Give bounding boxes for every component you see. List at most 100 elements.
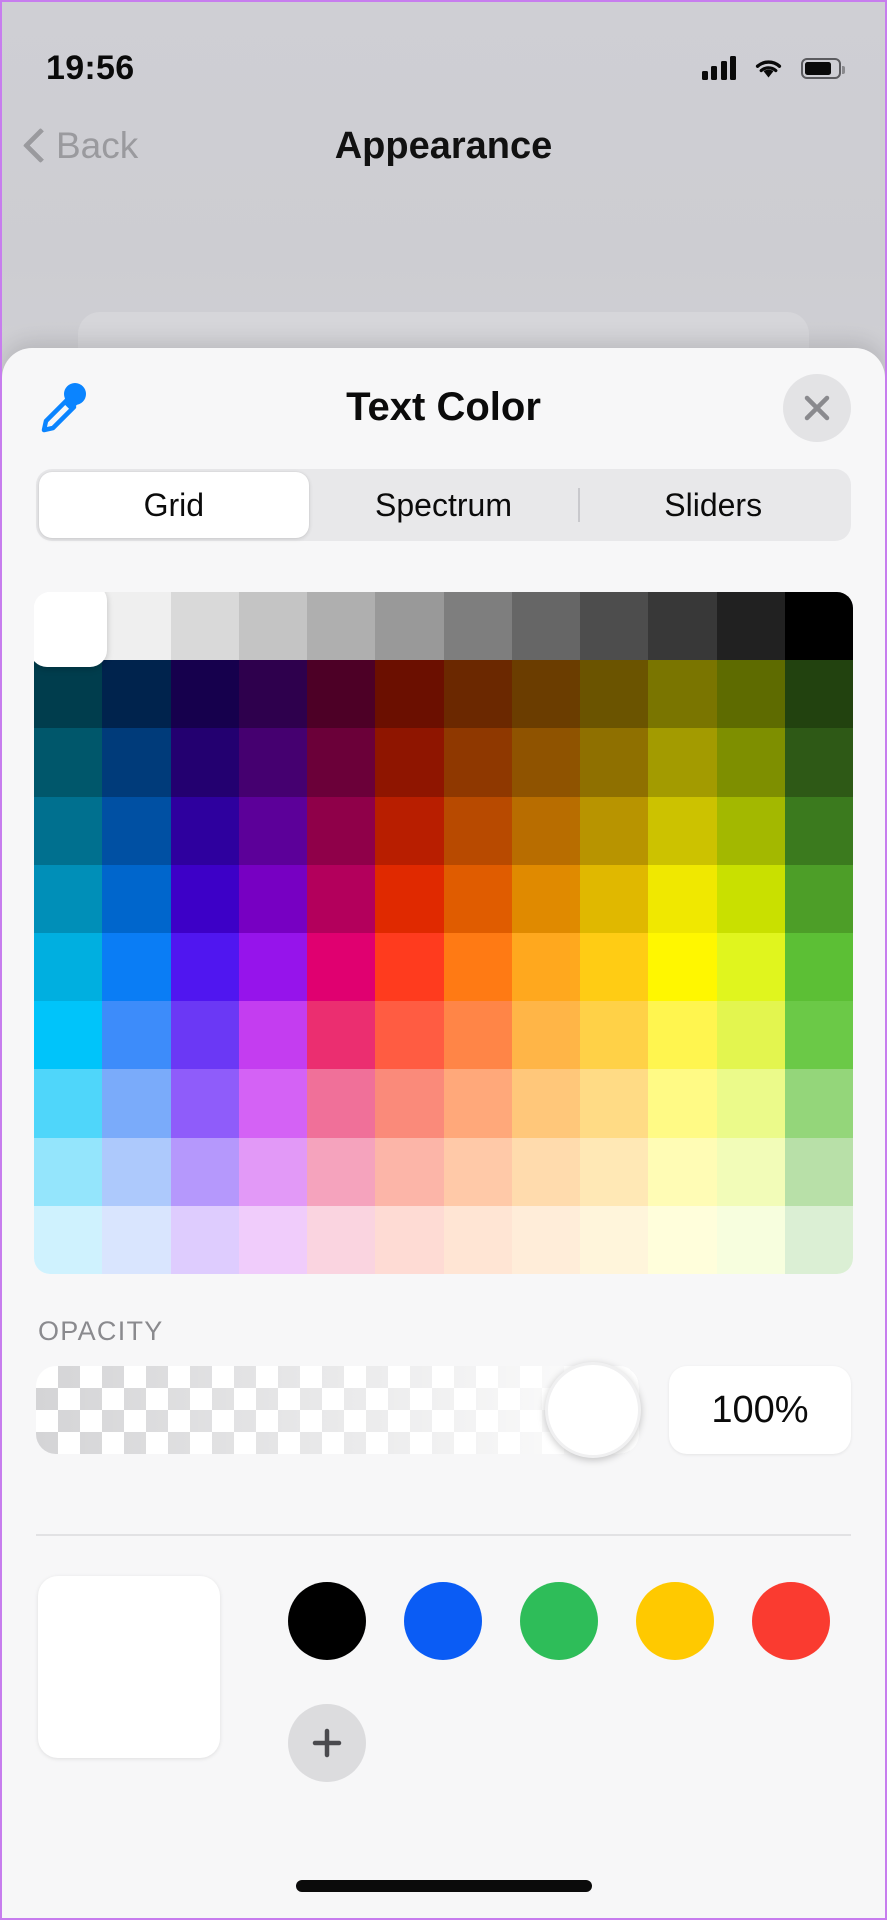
- color-cell[interactable]: [239, 797, 307, 865]
- swatch-black[interactable]: [288, 1582, 366, 1660]
- color-cell[interactable]: [239, 1001, 307, 1069]
- color-cell[interactable]: [648, 660, 716, 728]
- color-cell[interactable]: [717, 1069, 785, 1137]
- color-cell[interactable]: [375, 865, 443, 933]
- color-cell[interactable]: [648, 1001, 716, 1069]
- color-cell[interactable]: [512, 660, 580, 728]
- color-cell[interactable]: [307, 933, 375, 1001]
- color-cell[interactable]: [717, 1138, 785, 1206]
- color-cell[interactable]: [239, 933, 307, 1001]
- color-cell[interactable]: [648, 728, 716, 796]
- color-cell[interactable]: [648, 797, 716, 865]
- color-cell[interactable]: [239, 660, 307, 728]
- color-cell[interactable]: [239, 1206, 307, 1274]
- color-cell[interactable]: [307, 797, 375, 865]
- color-cell[interactable]: [239, 1069, 307, 1137]
- color-cell[interactable]: [648, 592, 716, 660]
- color-cell[interactable]: [239, 592, 307, 660]
- color-cell[interactable]: [785, 660, 853, 728]
- opacity-slider-thumb[interactable]: [545, 1362, 641, 1458]
- color-cell[interactable]: [717, 660, 785, 728]
- color-cell[interactable]: [512, 1138, 580, 1206]
- color-cell[interactable]: [580, 797, 648, 865]
- back-button[interactable]: Back: [24, 125, 138, 167]
- color-cell[interactable]: [717, 592, 785, 660]
- color-cell[interactable]: [512, 933, 580, 1001]
- tab-spectrum[interactable]: Spectrum: [309, 472, 579, 538]
- opacity-value-field[interactable]: 100%: [669, 1366, 851, 1454]
- color-cell[interactable]: [512, 592, 580, 660]
- color-cell[interactable]: [648, 865, 716, 933]
- color-cell[interactable]: [34, 1001, 102, 1069]
- color-cell[interactable]: [307, 1138, 375, 1206]
- color-cell[interactable]: [580, 1069, 648, 1137]
- color-cell[interactable]: [375, 933, 443, 1001]
- color-cell[interactable]: [717, 728, 785, 796]
- color-cell[interactable]: [171, 660, 239, 728]
- color-cell[interactable]: [307, 592, 375, 660]
- add-swatch-button[interactable]: [288, 1704, 366, 1782]
- color-cell[interactable]: [375, 797, 443, 865]
- color-cell[interactable]: [102, 1206, 170, 1274]
- color-cell[interactable]: [102, 865, 170, 933]
- color-grid[interactable]: [34, 592, 853, 1274]
- color-cell[interactable]: [580, 865, 648, 933]
- color-cell[interactable]: [375, 592, 443, 660]
- color-cell[interactable]: [34, 865, 102, 933]
- color-cell[interactable]: [102, 592, 170, 660]
- color-cell[interactable]: [717, 1206, 785, 1274]
- color-cell[interactable]: [34, 1138, 102, 1206]
- color-cell[interactable]: [785, 865, 853, 933]
- color-cell[interactable]: [102, 1001, 170, 1069]
- color-cell[interactable]: [444, 865, 512, 933]
- color-cell[interactable]: [444, 1069, 512, 1137]
- color-cell[interactable]: [171, 1138, 239, 1206]
- color-cell[interactable]: [785, 728, 853, 796]
- color-cell[interactable]: [717, 865, 785, 933]
- color-cell[interactable]: [512, 865, 580, 933]
- color-cell[interactable]: [307, 1069, 375, 1137]
- color-cell[interactable]: [444, 728, 512, 796]
- color-cell[interactable]: [102, 660, 170, 728]
- color-cell[interactable]: [171, 797, 239, 865]
- color-cell[interactable]: [717, 797, 785, 865]
- color-cell[interactable]: [444, 1001, 512, 1069]
- color-cell[interactable]: [785, 592, 853, 660]
- color-cell[interactable]: [102, 728, 170, 796]
- color-cell[interactable]: [171, 1206, 239, 1274]
- color-cell[interactable]: [444, 660, 512, 728]
- color-cell[interactable]: [307, 728, 375, 796]
- tab-sliders[interactable]: Sliders: [578, 472, 848, 538]
- color-cell[interactable]: [580, 1206, 648, 1274]
- color-cell[interactable]: [102, 1138, 170, 1206]
- swatch-yellow[interactable]: [636, 1582, 714, 1660]
- color-cell[interactable]: [102, 933, 170, 1001]
- color-cell[interactable]: [717, 1001, 785, 1069]
- color-cell[interactable]: [785, 1001, 853, 1069]
- color-cell[interactable]: [785, 1069, 853, 1137]
- color-cell[interactable]: [171, 1001, 239, 1069]
- color-cell[interactable]: [648, 1069, 716, 1137]
- color-cell[interactable]: [785, 1138, 853, 1206]
- color-cell[interactable]: [239, 728, 307, 796]
- color-cell[interactable]: [307, 660, 375, 728]
- color-cell[interactable]: [580, 933, 648, 1001]
- color-cell[interactable]: [648, 1206, 716, 1274]
- color-cell[interactable]: [307, 865, 375, 933]
- color-cell[interactable]: [171, 1069, 239, 1137]
- color-cell[interactable]: [444, 592, 512, 660]
- color-cell[interactable]: [580, 660, 648, 728]
- color-cell[interactable]: [375, 728, 443, 796]
- color-cell[interactable]: [171, 728, 239, 796]
- swatch-red[interactable]: [752, 1582, 830, 1660]
- color-cell[interactable]: [580, 592, 648, 660]
- color-cell[interactable]: [580, 1138, 648, 1206]
- color-cell[interactable]: [444, 1138, 512, 1206]
- color-cell[interactable]: [34, 1069, 102, 1137]
- tab-grid[interactable]: Grid: [39, 472, 309, 538]
- color-cell[interactable]: [648, 1138, 716, 1206]
- color-cell[interactable]: [239, 1138, 307, 1206]
- color-cell[interactable]: [34, 660, 102, 728]
- close-button[interactable]: [783, 374, 851, 442]
- color-cell[interactable]: [512, 797, 580, 865]
